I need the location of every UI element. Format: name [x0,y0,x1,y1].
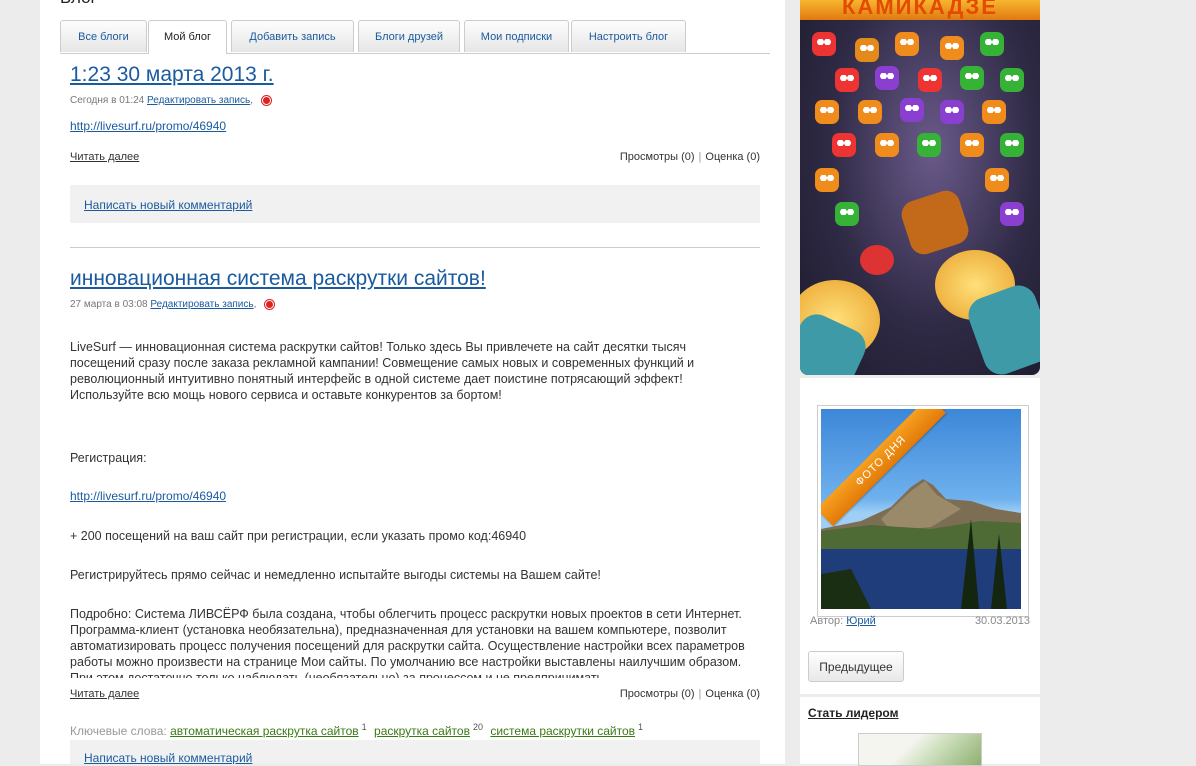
post-divider [70,247,760,248]
monster-icon [940,100,964,124]
monster-icon [858,100,882,124]
post-stats: Просмотры (0) | Оценка (0) [619,151,760,163]
promo-link[interactable]: http://livesurf.ru/promo/46940 [70,489,226,503]
registration-label: Регистрация: [70,451,147,465]
blog-tabs: Все блоги Мой блог Добавить запись Блоги… [60,20,770,54]
leader-thumbnail[interactable] [858,733,982,766]
comment-box: Написать новый комментарий [70,185,760,223]
author-link[interactable]: Юрий [846,615,876,627]
keyword-count: 1 [638,722,644,732]
character-icon [897,187,973,258]
keyword-link[interactable]: автоматическая раскрутка сайтов [170,724,359,738]
tab-all-blogs[interactable]: Все блоги [60,20,147,52]
edit-post-link[interactable]: Редактировать запись [150,299,253,310]
keyword-link[interactable]: раскрутка сайтов [374,724,470,738]
monster-icon [1000,133,1024,157]
post-meta: 27 марта в 03:08 Редактировать запись, [70,299,275,310]
views-count: Просмотры (0) [619,151,695,163]
delete-icon[interactable] [261,95,271,105]
delete-icon[interactable] [265,299,275,309]
photo-date: 30.03.2013 [974,615,1030,627]
rating-count: Оценка (0) [705,151,760,163]
monster-icon [900,98,924,122]
keywords: Ключевые слова: автоматическая раскрутка… [70,722,647,738]
read-more-link[interactable]: Читать далее [70,151,139,163]
main-content: Блог Все блоги Мой блог Добавить запись … [40,0,785,764]
post-stats: Просмотры (0) | Оценка (0) [619,688,760,700]
post-meta: Сегодня в 01:24 Редактировать запись, [70,95,271,106]
monster-icon [918,68,942,92]
post-date: Сегодня в 01:24 [70,95,145,106]
monster-icon [980,32,1004,56]
become-leader-link[interactable]: Стать лидером [808,706,898,720]
views-count: Просмотры (0) [619,688,695,700]
monster-icon [815,100,839,124]
edit-post-link[interactable]: Редактировать запись [147,95,250,106]
leader-widget: Стать лидером [800,697,1040,766]
tab-my-subscriptions[interactable]: Мои подписки [464,20,569,52]
cta-text: Регистрируйтесь прямо сейчас и немедленн… [70,568,601,582]
monster-icon [895,32,919,56]
monster-icon [985,168,1009,192]
monster-icon [860,245,894,275]
photo-author: Автор: Юрий [810,615,876,627]
monster-icon [960,133,984,157]
previous-button[interactable]: Предыдущее [808,651,904,682]
tab-add-post[interactable]: Добавить запись [231,20,354,52]
monster-icon [835,202,859,226]
keyword-count: 1 [361,722,367,732]
photo-image[interactable]: ФОТО ДНЯ [821,409,1021,609]
promo-link[interactable]: http://livesurf.ru/promo/46940 [70,119,226,133]
tab-my-blog[interactable]: Мой блог [148,20,227,54]
keyword-link[interactable]: система раскрутки сайтов [490,724,635,738]
keyword-count: 20 [472,722,483,732]
tab-friends-blogs[interactable]: Блоги друзей [358,20,460,52]
banner-title: КАМИКАДЗЕ [800,0,1040,20]
sidebar: КАМИКАДЗЕ ФОТО ДНЯ Автор: Юрий 30.03.201… [800,0,1040,766]
monster-icon [812,32,836,56]
post-date: 27 марта в 03:08 [70,299,148,310]
monster-icon [982,100,1006,124]
post-title[interactable]: 1:23 30 марта 2013 г. [70,63,274,87]
read-more-link[interactable]: Читать далее [70,688,139,700]
monster-icon [917,133,941,157]
details-text: Подробно: Система ЛИВСЁРФ была создана, … [70,607,745,678]
monster-icon [815,168,839,192]
monster-icon [875,66,899,90]
write-comment-link[interactable]: Написать новый комментарий [84,198,252,212]
write-comment-link[interactable]: Написать новый комментарий [84,751,252,764]
post-title[interactable]: инновационная система раскрутки сайтов! [70,267,486,291]
post-paragraph: LiveSurf — инновационная система раскрут… [70,340,695,402]
photo-of-the-day: ФОТО ДНЯ Автор: Юрий 30.03.2013 Предыдущ… [800,378,1040,694]
bonus-text: + 200 посещений на ваш сайт при регистра… [70,529,527,543]
monster-icon [960,66,984,90]
game-ad-banner[interactable]: КАМИКАДЗЕ [800,0,1040,375]
monster-icon [1000,202,1024,226]
landscape-image [821,479,1021,609]
monster-icon [835,68,859,92]
keywords-label: Ключевые слова: [70,724,167,738]
comment-box: Написать новый комментарий [70,740,760,764]
monster-icon [940,36,964,60]
photo-frame[interactable]: ФОТО ДНЯ [817,405,1029,617]
monster-icon [855,38,879,62]
rating-count: Оценка (0) [705,688,760,700]
monster-icon [1000,68,1024,92]
monster-icon [875,133,899,157]
tab-blog-settings[interactable]: Настроить блог [571,20,686,52]
page-title: Блог [60,0,97,8]
monster-icon [832,133,856,157]
